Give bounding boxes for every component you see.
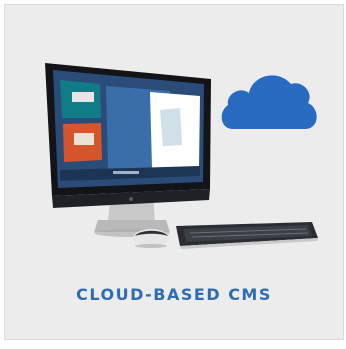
mouse-icon	[133, 229, 169, 248]
card-caption: CLOUD-BASED CMS	[76, 285, 272, 304]
keyboard-icon	[176, 222, 318, 249]
desktop-monitor-icon	[45, 63, 211, 237]
cloud-icon	[221, 75, 317, 129]
cloud-cms-card[interactable]: CLOUD-BASED CMS	[0, 0, 346, 349]
